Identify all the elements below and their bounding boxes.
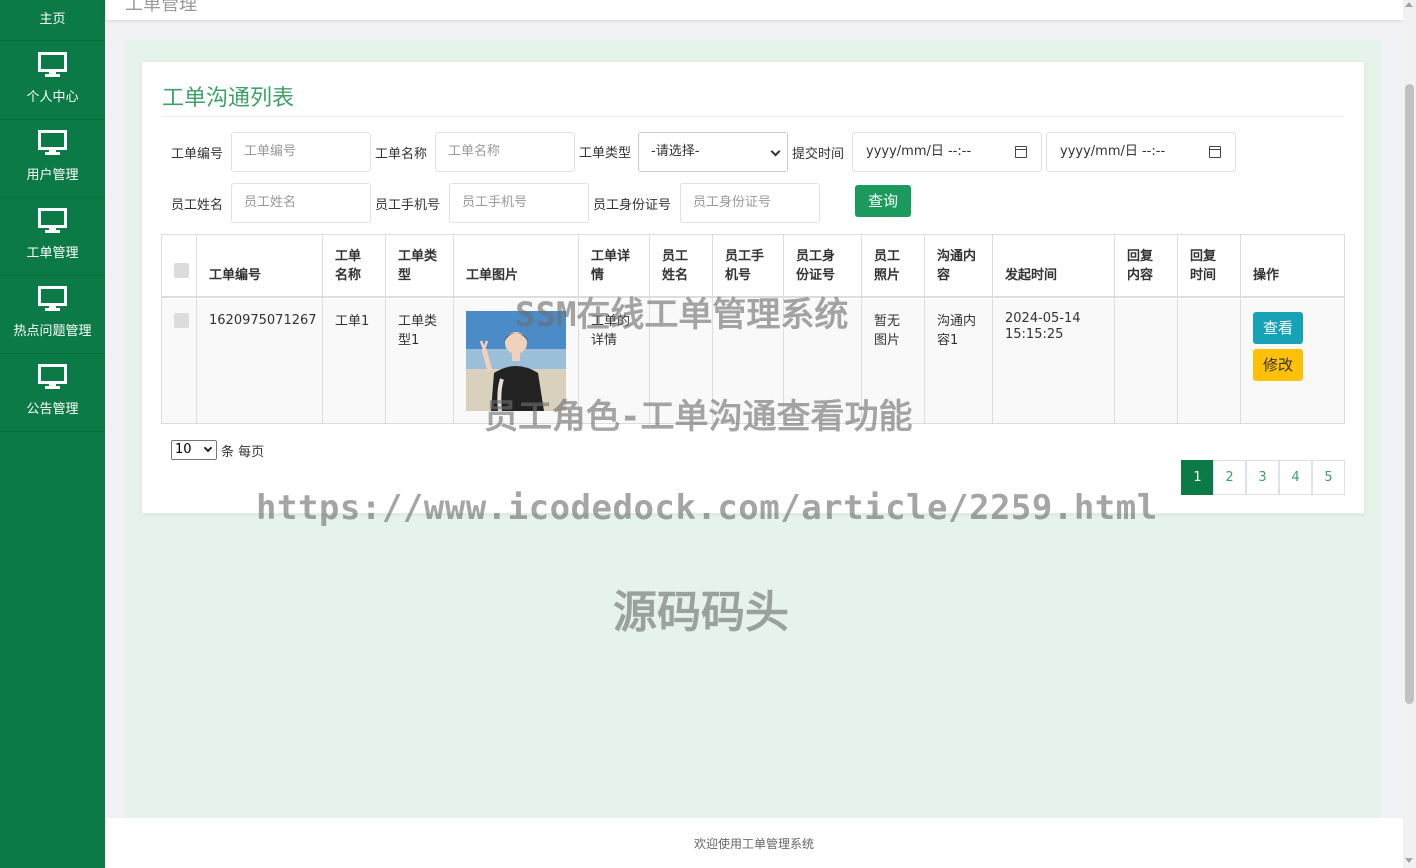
divider	[162, 116, 1344, 117]
sidebar-item-home[interactable]: 主页	[0, 0, 105, 41]
col-order-detail: 工单详情	[591, 249, 631, 283]
chevron-down-icon	[203, 443, 213, 453]
col-content: 沟通内容	[937, 249, 977, 283]
page-3-button[interactable]: 3	[1246, 460, 1279, 495]
scroll-down-arrow-icon[interactable]	[1405, 858, 1413, 863]
col-employee-id: 员工身 份证号	[796, 249, 836, 283]
monitor-icon	[38, 130, 67, 155]
page-2-button[interactable]: 2	[1213, 460, 1246, 495]
monitor-icon	[38, 52, 67, 77]
col-employee-phone: 员工手 机号	[725, 249, 765, 283]
sidebar-item-label: 个人中心	[26, 90, 79, 105]
order-type-value: -请选择-	[651, 144, 700, 159]
sidebar-item-profile[interactable]: 个人中心	[0, 42, 105, 120]
sidebar-item-label: 工单管理	[26, 246, 79, 261]
chevron-down-icon	[770, 146, 781, 157]
watermark-brand: 源码码头	[613, 587, 789, 638]
date-placeholder: yyyy/mm/日 --:--	[866, 144, 972, 159]
watermark-title: SSM在线工单管理系统	[515, 295, 849, 335]
col-reply: 回复 内容	[1127, 249, 1154, 283]
col-order-type: 工单类型	[398, 249, 438, 283]
footer-text: 欢迎使用工单管理系统	[693, 837, 814, 851]
sidebar-item-hot-issues[interactable]: 热点问题管理	[0, 276, 105, 354]
page-size-select[interactable]: 10	[171, 440, 217, 460]
scrollbar-thumb[interactable]	[1405, 84, 1414, 704]
page-5-button[interactable]: 5	[1312, 460, 1345, 495]
sidebar-item-label: 用户管理	[26, 168, 79, 183]
calendar-icon[interactable]	[1209, 146, 1221, 158]
scroll-up-arrow-icon[interactable]	[1405, 2, 1413, 7]
employee-id-label: 员工身份证号	[593, 198, 672, 213]
breadcrumb: 工单管理	[125, 0, 197, 15]
view-button[interactable]: 查看	[1253, 312, 1303, 344]
sidebar-item-label: 主页	[39, 12, 66, 27]
cell-employee-photo: 暂无 图片	[874, 314, 901, 348]
order-type-select[interactable]: -请选择-	[638, 132, 788, 172]
page-size-value: 10	[175, 442, 192, 457]
monitor-icon	[38, 364, 67, 389]
employee-id-input[interactable]: 员工身份证号	[680, 183, 820, 223]
watermark-subtitle: 员工角色-工单沟通查看功能	[484, 397, 913, 437]
cell-order-name: 工单1	[335, 314, 370, 329]
col-order-image: 工单图片	[466, 268, 519, 283]
order-no-input[interactable]: 工单编号	[231, 132, 371, 172]
cell-time: 2024-05-14 15:15:25	[1005, 311, 1081, 342]
date-placeholder: yyyy/mm/日 --:--	[1060, 144, 1166, 159]
watermark-url: https://www.icodedock.com/article/2259.h…	[256, 488, 1158, 528]
employee-name-input[interactable]: 员工姓名	[231, 183, 371, 223]
select-all-checkbox[interactable]	[174, 263, 189, 278]
top-bar: 工单管理	[105, 0, 1403, 20]
employee-name-label: 员工姓名	[171, 198, 224, 213]
monitor-icon	[38, 208, 67, 233]
page-size-label: 条 每页	[221, 445, 265, 460]
page-title: 工单沟通列表	[162, 86, 295, 111]
sidebar-item-label: 公告管理	[26, 402, 79, 417]
sidebar-item-orders[interactable]: 工单管理	[0, 198, 105, 276]
row-checkbox[interactable]	[174, 313, 189, 328]
cell-order-no: 1620975071267	[209, 313, 317, 328]
monitor-icon	[38, 286, 67, 311]
submit-time-label: 提交时间	[792, 147, 845, 162]
employee-phone-label: 员工手机号	[375, 198, 441, 213]
col-employee-photo: 员工 照片	[874, 249, 901, 283]
search-button[interactable]: 查询	[855, 185, 911, 217]
col-order-no: 工单编号	[209, 268, 262, 283]
col-time: 发起时间	[1005, 268, 1058, 283]
submit-time-end-input[interactable]: yyyy/mm/日 --:--	[1046, 132, 1236, 172]
sidebar-item-notices[interactable]: 公告管理	[0, 354, 105, 432]
calendar-icon[interactable]	[1015, 146, 1027, 158]
sidebar-item-label: 热点问题管理	[13, 324, 92, 339]
order-name-input[interactable]: 工单名称	[435, 132, 575, 172]
employee-phone-input[interactable]: 员工手机号	[449, 183, 589, 223]
col-order-name: 工单 名称	[335, 249, 362, 283]
cell-order-type: 工单类 型1	[398, 314, 438, 348]
cell-content: 沟通内 容1	[937, 314, 977, 348]
page-1-button[interactable]: 1	[1181, 460, 1214, 495]
order-name-label: 工单名称	[375, 147, 428, 162]
page-4-button[interactable]: 4	[1279, 460, 1312, 495]
order-type-label: 工单类型	[579, 146, 632, 161]
sidebar: 主页 个人中心 用户管理 工单管理 热点问题管理 公告管理	[0, 0, 105, 868]
col-employee-name: 员工 姓名	[662, 249, 689, 283]
footer: 欢迎使用工单管理系统	[105, 818, 1403, 868]
submit-time-start-input[interactable]: yyyy/mm/日 --:--	[852, 132, 1042, 172]
sidebar-item-users[interactable]: 用户管理	[0, 120, 105, 198]
edit-button[interactable]: 修改	[1253, 349, 1303, 381]
col-reply-time: 回复 时间	[1190, 249, 1217, 283]
col-actions: 操作	[1253, 268, 1280, 283]
order-no-label: 工单编号	[171, 147, 224, 162]
